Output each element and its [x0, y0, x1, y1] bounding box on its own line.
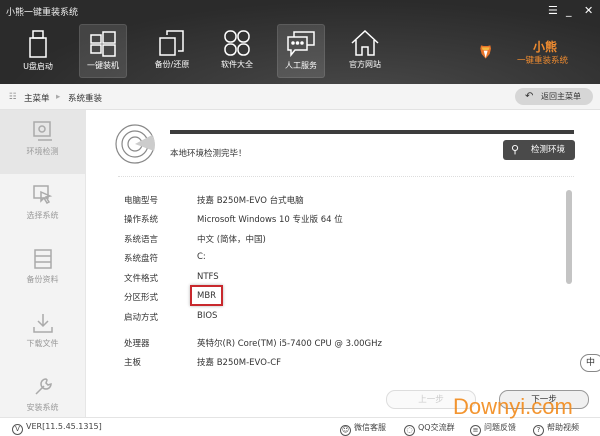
version: V VER[11.5.45.1315]	[12, 422, 102, 435]
info-key: 主板	[124, 358, 142, 368]
info-value: C:	[197, 252, 206, 262]
backup-icon	[159, 30, 184, 56]
wechat-support-link[interactable]: ☺ 微信客服	[340, 422, 386, 436]
info-key: 操作系统	[124, 215, 159, 225]
wechat-icon: ☺	[340, 425, 351, 436]
nav-label: 软件大全	[221, 60, 253, 69]
info-value: 中文 (简体，中国)	[197, 235, 266, 245]
scrollbar-thumb[interactable]	[566, 190, 572, 284]
nav-official-site[interactable]: 官方网站	[341, 24, 389, 78]
download-icon	[32, 314, 53, 333]
info-key: 分区形式	[124, 293, 159, 303]
sidebar-label: 下载文件	[26, 339, 59, 348]
info-value: BIOS	[197, 311, 218, 321]
info-value: Microsoft Windows 10 专业版 64 位	[197, 215, 343, 225]
sidebar-item-select-system[interactable]: 选择系统	[0, 174, 85, 238]
info-key: 启动方式	[124, 313, 159, 323]
qq-icon: ◌	[404, 425, 415, 436]
feedback-icon: ≡	[470, 425, 481, 436]
logo-subtext: 一键重装系统	[517, 56, 569, 66]
detect-status: 本地环境检测完毕！	[170, 149, 247, 159]
database-icon	[33, 249, 52, 269]
close-button[interactable]: ✕	[584, 4, 593, 17]
info-value: NTFS	[197, 272, 219, 282]
env-check-icon	[32, 121, 52, 141]
sidebar-label: 备份资料	[26, 275, 59, 284]
info-key: 处理器	[124, 339, 150, 349]
cursor-icon	[32, 185, 52, 204]
nav-label: 官方网站	[349, 60, 381, 69]
home-icon	[351, 30, 379, 56]
help-icon: ?	[533, 425, 544, 436]
logo-text: 小熊	[533, 40, 558, 54]
info-value: 英特尔(R) Core(TM) i5-7400 CPU @ 3.00GHz	[197, 339, 382, 349]
list-icon: ☷	[9, 92, 17, 102]
header: 小熊一键重装系统 ☰ _ ✕ U盘启动 一键装机 备份/还原 软件大全 人工服务…	[0, 0, 600, 84]
breadcrumb-root[interactable]: 主菜单	[24, 92, 50, 104]
sidebar-item-env-check[interactable]: 环境检测	[0, 110, 85, 174]
breadcrumb-current: 系统重装	[68, 94, 103, 104]
radar-icon	[115, 124, 155, 164]
help-video-link[interactable]: ? 帮助视频	[533, 422, 579, 436]
minimize-button[interactable]: _	[566, 4, 572, 17]
bear-logo	[480, 45, 491, 59]
chevron-right-icon: ▸	[56, 92, 61, 102]
qq-group-link[interactable]: ◌ QQ交流群	[404, 422, 455, 436]
info-key: 系统语言	[124, 235, 159, 245]
sidebar-item-download[interactable]: 下载文件	[0, 302, 85, 366]
nav-label: 人工服务	[285, 61, 317, 70]
nav-software[interactable]: 软件大全	[213, 24, 261, 78]
ime-indicator[interactable]: 中	[580, 354, 600, 372]
info-value: 技嘉 B250M-EVO 台式电脑	[197, 196, 304, 206]
detect-progress-bar	[170, 130, 574, 134]
nav-label: U盘启动	[23, 62, 53, 71]
feedback-link[interactable]: ≡ 问题反馈	[470, 422, 516, 436]
info-key: 文件格式	[124, 274, 159, 284]
nav-human-service[interactable]: 人工服务	[277, 24, 325, 78]
detect-label: 检测环境	[531, 145, 566, 155]
apps-icon	[224, 30, 250, 56]
version-text: VER[11.5.45.1315]	[26, 422, 102, 431]
info-key: 电脑型号	[124, 196, 159, 206]
sidebar-item-backup[interactable]: 备份资料	[0, 238, 85, 302]
menu-icon[interactable]: ☰	[548, 4, 558, 17]
back-label: 返回主菜单	[541, 92, 581, 101]
nav-usb-boot[interactable]: U盘启动	[14, 24, 62, 78]
divider	[118, 176, 574, 177]
nav-label: 一键装机	[87, 61, 119, 70]
sidebar-label: 环境检测	[26, 147, 59, 156]
link-label: QQ交流群	[418, 423, 455, 432]
search-icon: ⚲	[511, 143, 520, 156]
watermark: Downyi.com	[453, 394, 573, 419]
mbr-highlight-box	[190, 285, 223, 306]
usb-icon	[29, 30, 47, 58]
back-arrow-icon: ↶	[525, 91, 534, 102]
detect-env-button[interactable]: ⚲ 检测环境	[503, 140, 575, 160]
app-title: 小熊一键重装系统	[6, 8, 79, 18]
sidebar-label: 安装系统	[26, 403, 59, 412]
wrench-icon	[34, 378, 52, 395]
sidebar-label: 选择系统	[26, 211, 59, 220]
link-label: 微信客服	[354, 423, 386, 432]
windows-icon	[90, 31, 116, 57]
nav-label: 备份/还原	[154, 60, 190, 69]
info-value: 技嘉 B250M-EVO-CF	[197, 358, 282, 368]
nav-one-click-install[interactable]: 一键装机	[79, 24, 127, 78]
link-label: 问题反馈	[484, 423, 516, 432]
back-to-menu-button[interactable]: ↶ 返回主菜单	[515, 88, 593, 105]
breadcrumb: ☷ 主菜单 ▸ 系统重装	[0, 84, 600, 110]
sidebar: 环境检测 选择系统 备份资料 下载文件 安装系统	[0, 110, 86, 417]
chat-icon	[287, 31, 315, 57]
nav-backup-restore[interactable]: 备份/还原	[148, 24, 196, 78]
link-label: 帮助视频	[547, 423, 579, 432]
info-key: 系统盘符	[124, 254, 159, 264]
version-icon: V	[12, 424, 23, 435]
